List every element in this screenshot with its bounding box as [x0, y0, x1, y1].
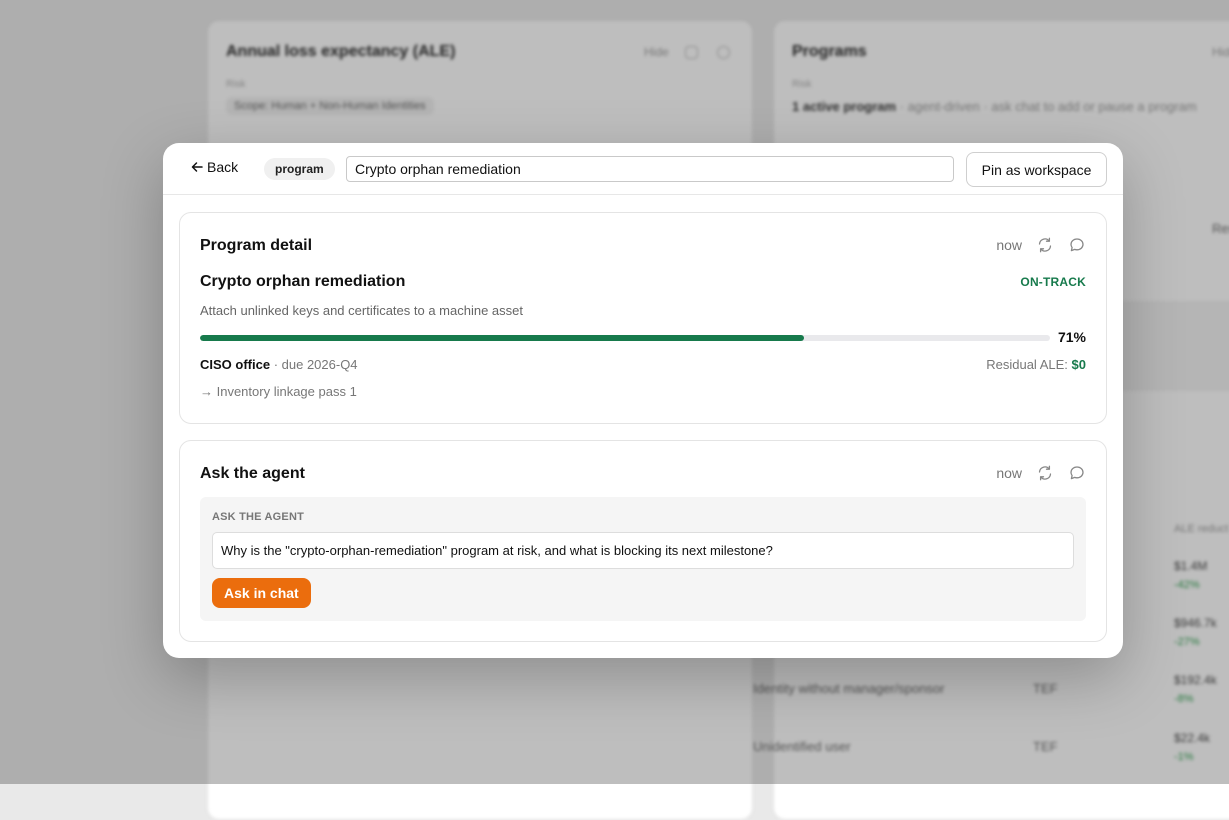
- program-modal: Back program Pin as workspace Program de…: [163, 143, 1123, 658]
- panel-tools: now: [996, 236, 1086, 254]
- comment-icon[interactable]: [1068, 464, 1086, 482]
- panel-title: Program detail: [200, 237, 313, 254]
- ask-agent-panel: Ask the agent now ASK THE AGENT Ask in c…: [179, 440, 1107, 642]
- back-button-label: Back: [207, 159, 239, 175]
- modal-header: Back program Pin as workspace: [163, 143, 1123, 195]
- progress-bar: [200, 335, 1050, 341]
- owner-name: CISO office: [200, 357, 271, 372]
- pin-as-workspace-button[interactable]: Pin as workspace: [966, 152, 1107, 187]
- ask-box: ASK THE AGENT Ask in chat: [200, 497, 1086, 621]
- panel-tools: now: [996, 464, 1086, 482]
- back-arrow-icon: [191, 162, 203, 172]
- residual-ale-label: Residual ALE:: [986, 357, 1068, 372]
- panel-title: Ask the agent: [200, 465, 305, 482]
- residual-ale-value: $0: [1071, 357, 1086, 372]
- program-name: Crypto orphan remediation: [200, 273, 406, 290]
- due-date: · due 2026-Q4: [273, 357, 358, 372]
- back-button[interactable]: Back: [191, 159, 238, 175]
- ask-box-label: ASK THE AGENT: [212, 511, 305, 523]
- status-badge: ON-TRACK: [1020, 275, 1086, 289]
- kind-chip: program: [264, 158, 335, 180]
- owner-row: CISO office · due 2026-Q4: [200, 357, 358, 372]
- question-input[interactable]: [212, 532, 1074, 569]
- timestamp: now: [996, 465, 1022, 481]
- ask-in-chat-button[interactable]: Ask in chat: [212, 578, 311, 608]
- progress-percent: 71%: [1057, 329, 1086, 345]
- refresh-icon[interactable]: [1036, 236, 1054, 254]
- timestamp: now: [996, 237, 1022, 253]
- program-description: Attach unlinked keys and certificates to…: [200, 303, 524, 318]
- program-title-input[interactable]: [346, 156, 954, 182]
- residual-ale: Residual ALE: $0: [986, 357, 1086, 372]
- progress-bar-fill: [200, 335, 804, 341]
- next-milestone: → Inventory linkage pass 1: [200, 384, 357, 399]
- program-detail-panel: Program detail now Crypto orphan remedia…: [179, 212, 1107, 424]
- refresh-icon[interactable]: [1036, 464, 1054, 482]
- comment-icon[interactable]: [1068, 236, 1086, 254]
